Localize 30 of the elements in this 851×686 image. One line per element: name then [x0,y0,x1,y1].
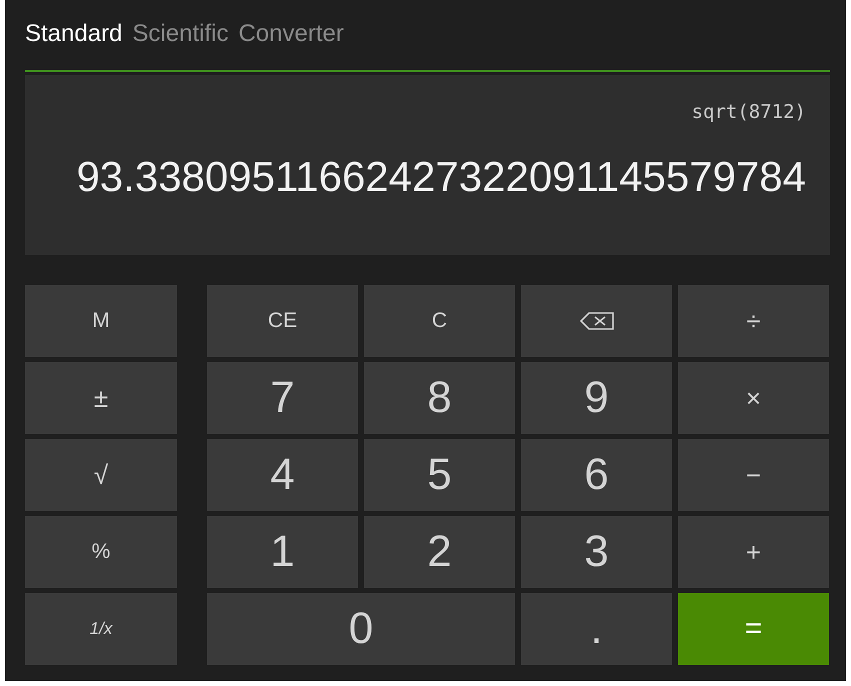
digit-key[interactable]: 8 [364,362,515,434]
operator-key[interactable]: ÷ [678,285,829,357]
mode-tab[interactable]: Converter [238,20,344,48]
operator-key[interactable]: + [678,516,829,588]
operator-key[interactable]: √ [25,439,177,511]
result-value: 93.33809511662427322091145579784 [76,153,806,201]
backspace-key[interactable] [521,285,672,357]
digit-key[interactable]: 9 [521,362,672,434]
digit-key[interactable]: 1 [207,516,358,588]
digit-key[interactable]: . [521,593,672,665]
function-key[interactable]: CE [207,285,358,357]
mode-tab[interactable]: Standard [25,20,122,48]
expression-text: sqrt(8712) [692,101,806,123]
digit-key[interactable]: 5 [364,439,515,511]
reciprocal-key[interactable]: 1/x [25,593,177,665]
operator-key[interactable]: − [678,439,829,511]
equals-key[interactable]: = [678,593,829,665]
digit-key[interactable]: 3 [521,516,672,588]
operator-key[interactable]: × [678,362,829,434]
function-key[interactable]: % [25,516,177,588]
digit-key[interactable]: 2 [364,516,515,588]
function-key[interactable]: C [364,285,515,357]
backspace-icon [580,312,614,330]
digit-key[interactable]: 7 [207,362,358,434]
digit-key[interactable]: 4 [207,439,358,511]
operator-key[interactable]: ± [25,362,177,434]
digit-key[interactable]: 6 [521,439,672,511]
digit-key[interactable]: 0 [207,593,515,665]
function-key[interactable]: M [25,285,177,357]
mode-tab[interactable]: Scientific [132,20,228,48]
